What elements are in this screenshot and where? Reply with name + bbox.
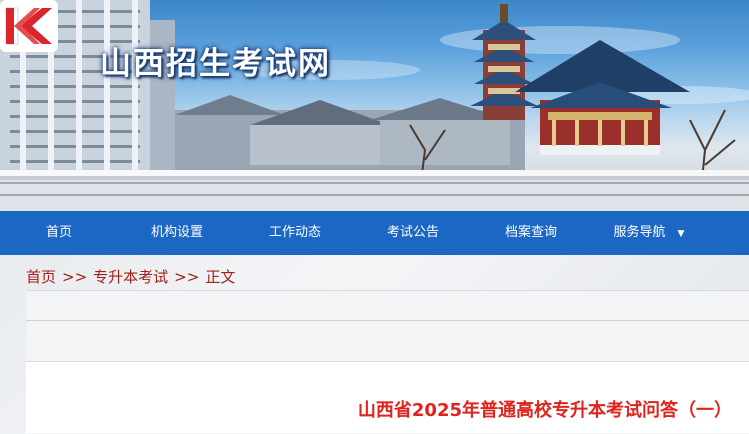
article-title: 山西省2025年普通高校专升本考试问答（一） xyxy=(357,400,732,421)
header-banner: 山西招生考试网 xyxy=(0,0,749,211)
nav-item-work-news[interactable]: 工作动态 xyxy=(236,211,354,255)
panel-divider xyxy=(26,320,749,321)
nav-item-service-nav[interactable]: 服务导航 ▼ xyxy=(590,211,708,255)
nav-item-exam-notices[interactable]: 考试公告 xyxy=(354,211,472,255)
nav-item-label: 首页 xyxy=(45,225,72,240)
nav-item-label: 机构设置 xyxy=(150,225,203,240)
site-title[interactable]: 山西招生考试网 xyxy=(100,38,331,83)
nav-item-label: 服务导航 xyxy=(613,225,666,240)
nav-item-home[interactable]: 首页 xyxy=(0,211,118,255)
nav-item-label: 档案查询 xyxy=(504,225,557,240)
banner-scenery xyxy=(0,0,749,211)
breadcrumb-home-link[interactable]: 首页 xyxy=(26,268,56,286)
breadcrumb-current: 正文 xyxy=(205,268,236,286)
nav-item-label: 考试公告 xyxy=(386,225,439,240)
breadcrumb-separator: >> xyxy=(174,268,200,286)
breadcrumb: 首页 >> 专升本考试 >> 正文 xyxy=(26,266,235,287)
chevron-down-icon: ▼ xyxy=(677,229,685,239)
breadcrumb-separator: >> xyxy=(62,268,88,286)
breadcrumb-section-link[interactable]: 专升本考试 xyxy=(93,268,168,286)
nav-item-archive-query[interactable]: 档案查询 xyxy=(472,211,590,255)
main-nav: 首页 机构设置 工作动态 考试公告 档案查询 服务导航 ▼ xyxy=(0,211,749,255)
site-logo-icon[interactable] xyxy=(0,0,58,52)
nav-item-label: 工作动态 xyxy=(268,225,321,240)
nav-item-organization[interactable]: 机构设置 xyxy=(118,211,236,255)
